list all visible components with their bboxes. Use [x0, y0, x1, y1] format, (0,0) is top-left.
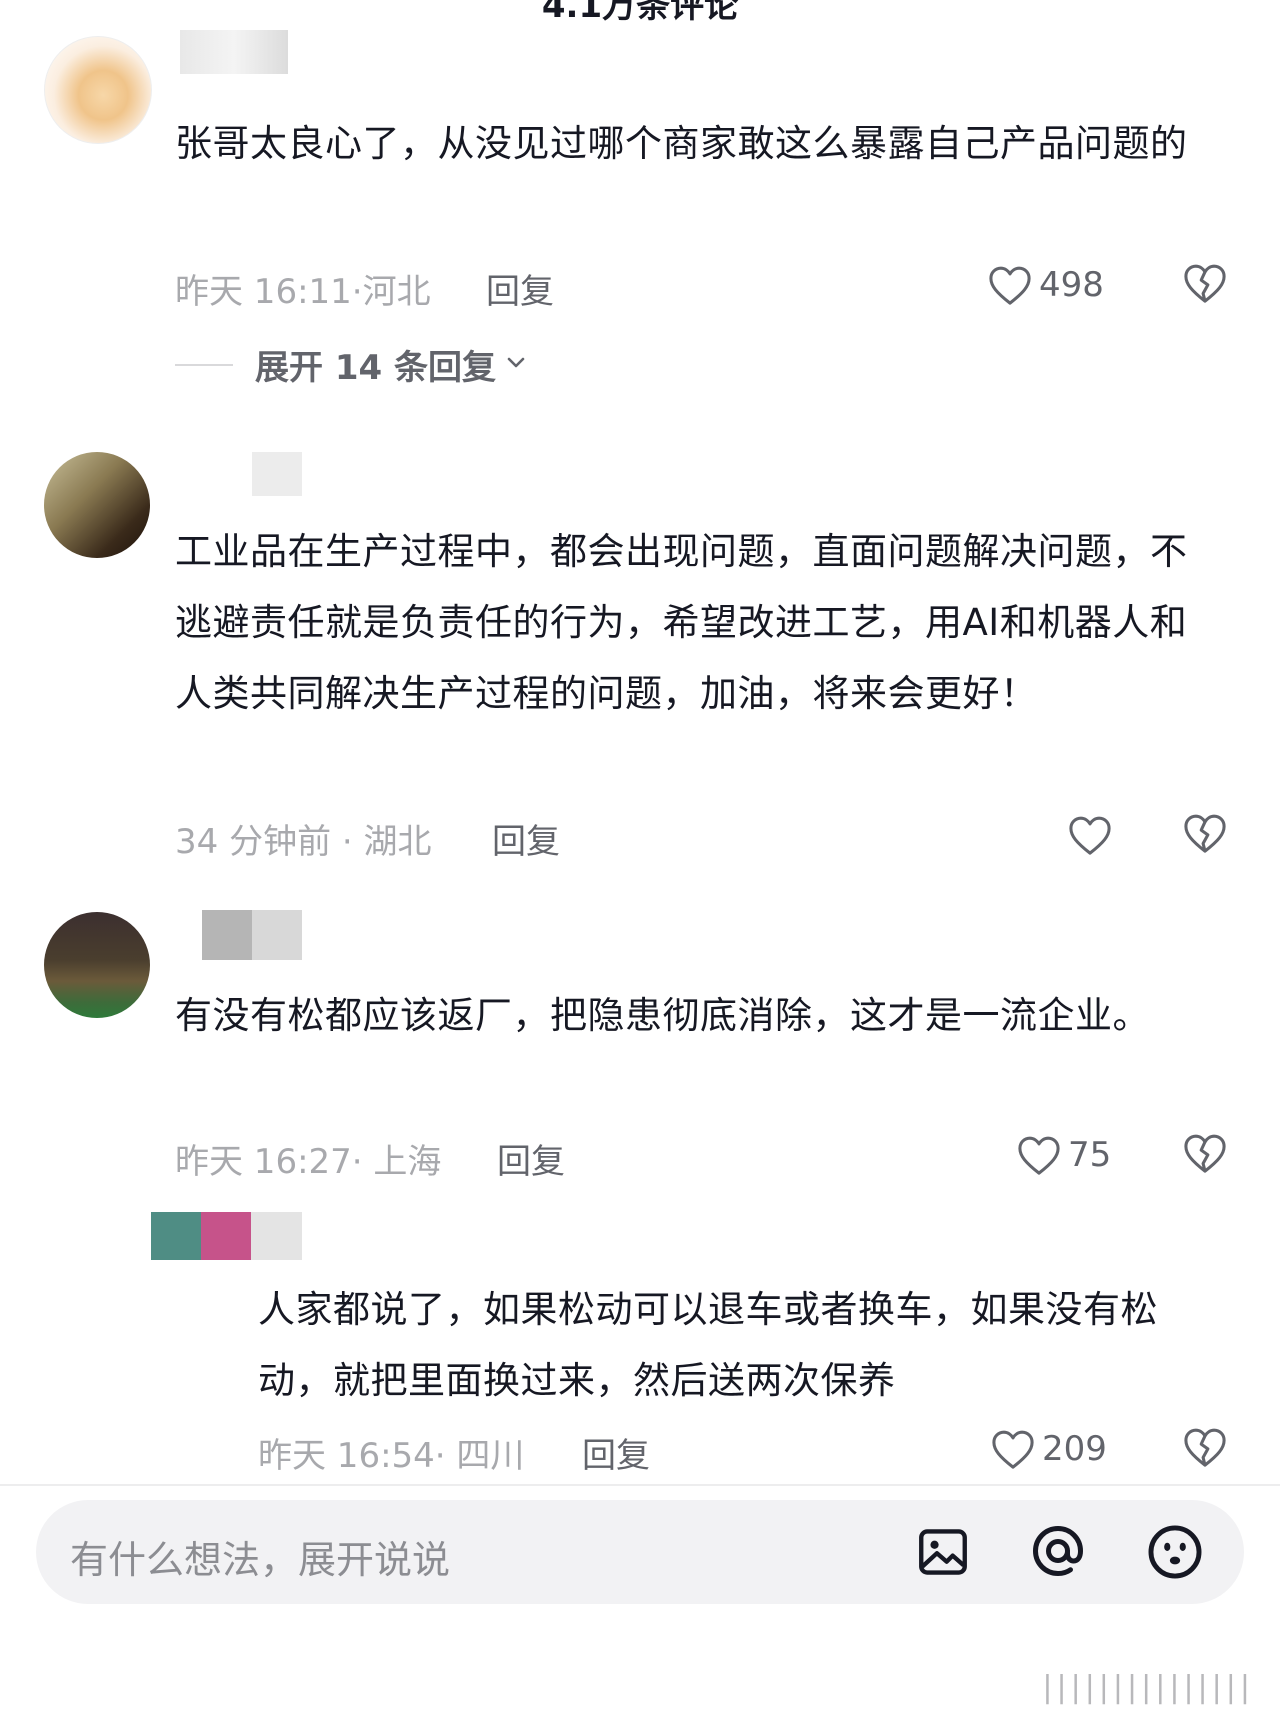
- reply-avatar-censored[interactable]: [151, 1212, 201, 1260]
- username-censored[interactable]: [252, 452, 302, 496]
- expand-replies-label: 展开 14 条回复: [255, 348, 496, 388]
- expand-divider: [175, 363, 233, 366]
- comment-location: 湖北: [363, 822, 432, 862]
- avatar[interactable]: [44, 36, 152, 144]
- heart-icon: [1016, 1134, 1062, 1176]
- username-censored[interactable]: [251, 1212, 302, 1260]
- like-button[interactable]: 209: [990, 1424, 1107, 1474]
- comment-time: 昨天 16:11: [175, 272, 352, 312]
- chevron-down-icon: [504, 351, 528, 379]
- reply-text: 人家都说了，如果松动可以退车或者换车，如果没有松动，就把里面换过来，然后送两次保…: [258, 1288, 1158, 1402]
- heart-icon: [987, 264, 1033, 306]
- comment-meta: 昨天 16:27· 上海: [175, 1142, 442, 1182]
- reply-button[interactable]: 回复: [492, 814, 560, 863]
- dislike-icon[interactable]: [1182, 812, 1228, 854]
- username-censored[interactable]: [180, 30, 288, 74]
- reply-button[interactable]: 回复: [582, 1428, 650, 1477]
- comment-location: 上海: [373, 1142, 442, 1182]
- dislike-icon[interactable]: [1182, 1132, 1228, 1174]
- like-button[interactable]: [1067, 810, 1119, 860]
- emoji-icon[interactable]: [1144, 1521, 1206, 1587]
- comment-time: 昨天 16:27: [175, 1142, 352, 1182]
- avatar[interactable]: [44, 452, 150, 558]
- comment-time: 34 分钟前: [175, 822, 332, 862]
- comments-header-title: 4.1万条评论: [541, 0, 739, 26]
- reply-time: 昨天 16:54: [258, 1436, 435, 1476]
- reply-button[interactable]: 回复: [486, 264, 554, 313]
- expand-replies-button[interactable]: 展开 14 条回复: [175, 340, 528, 389]
- like-count: 75: [1068, 1135, 1112, 1175]
- comment-location: 河北: [362, 272, 431, 312]
- reply-button[interactable]: 回复: [497, 1134, 565, 1183]
- like-count: 498: [1039, 265, 1104, 305]
- heart-icon: [1067, 814, 1113, 856]
- like-count: 209: [1042, 1429, 1107, 1469]
- like-button[interactable]: 75: [1016, 1130, 1111, 1180]
- watermark: |||||||||||||||: [1042, 1670, 1254, 1705]
- at-icon[interactable]: [1028, 1521, 1088, 1585]
- reply-location: 四川: [456, 1436, 525, 1476]
- avatar[interactable]: [44, 912, 150, 1018]
- username-censored[interactable]: [202, 910, 302, 960]
- heart-icon: [990, 1428, 1036, 1470]
- divider: [0, 1484, 1280, 1486]
- image-icon[interactable]: [914, 1523, 972, 1585]
- comment-text: 有没有松都应该返厂，把隐患彻底消除，这才是一流企业。: [175, 994, 1150, 1037]
- username-censored[interactable]: [201, 1212, 251, 1260]
- comment-meta: 昨天 16:11·河北: [175, 272, 431, 312]
- dislike-icon[interactable]: [1182, 1426, 1228, 1468]
- comment-input-placeholder: 有什么想法，展开说说: [70, 1538, 451, 1582]
- like-button[interactable]: 498: [987, 260, 1104, 310]
- comment-text: 工业品在生产过程中，都会出现问题，直面问题解决问题，不逃避责任就是负责任的行为，…: [175, 530, 1188, 715]
- comment-meta: 34 分钟前 · 湖北: [175, 822, 432, 862]
- comment-text: 张哥太良心了，从没见过哪个商家敢这么暴露自己产品问题的: [175, 122, 1188, 165]
- dislike-icon[interactable]: [1182, 262, 1228, 304]
- reply-meta: 昨天 16:54· 四川: [258, 1436, 525, 1476]
